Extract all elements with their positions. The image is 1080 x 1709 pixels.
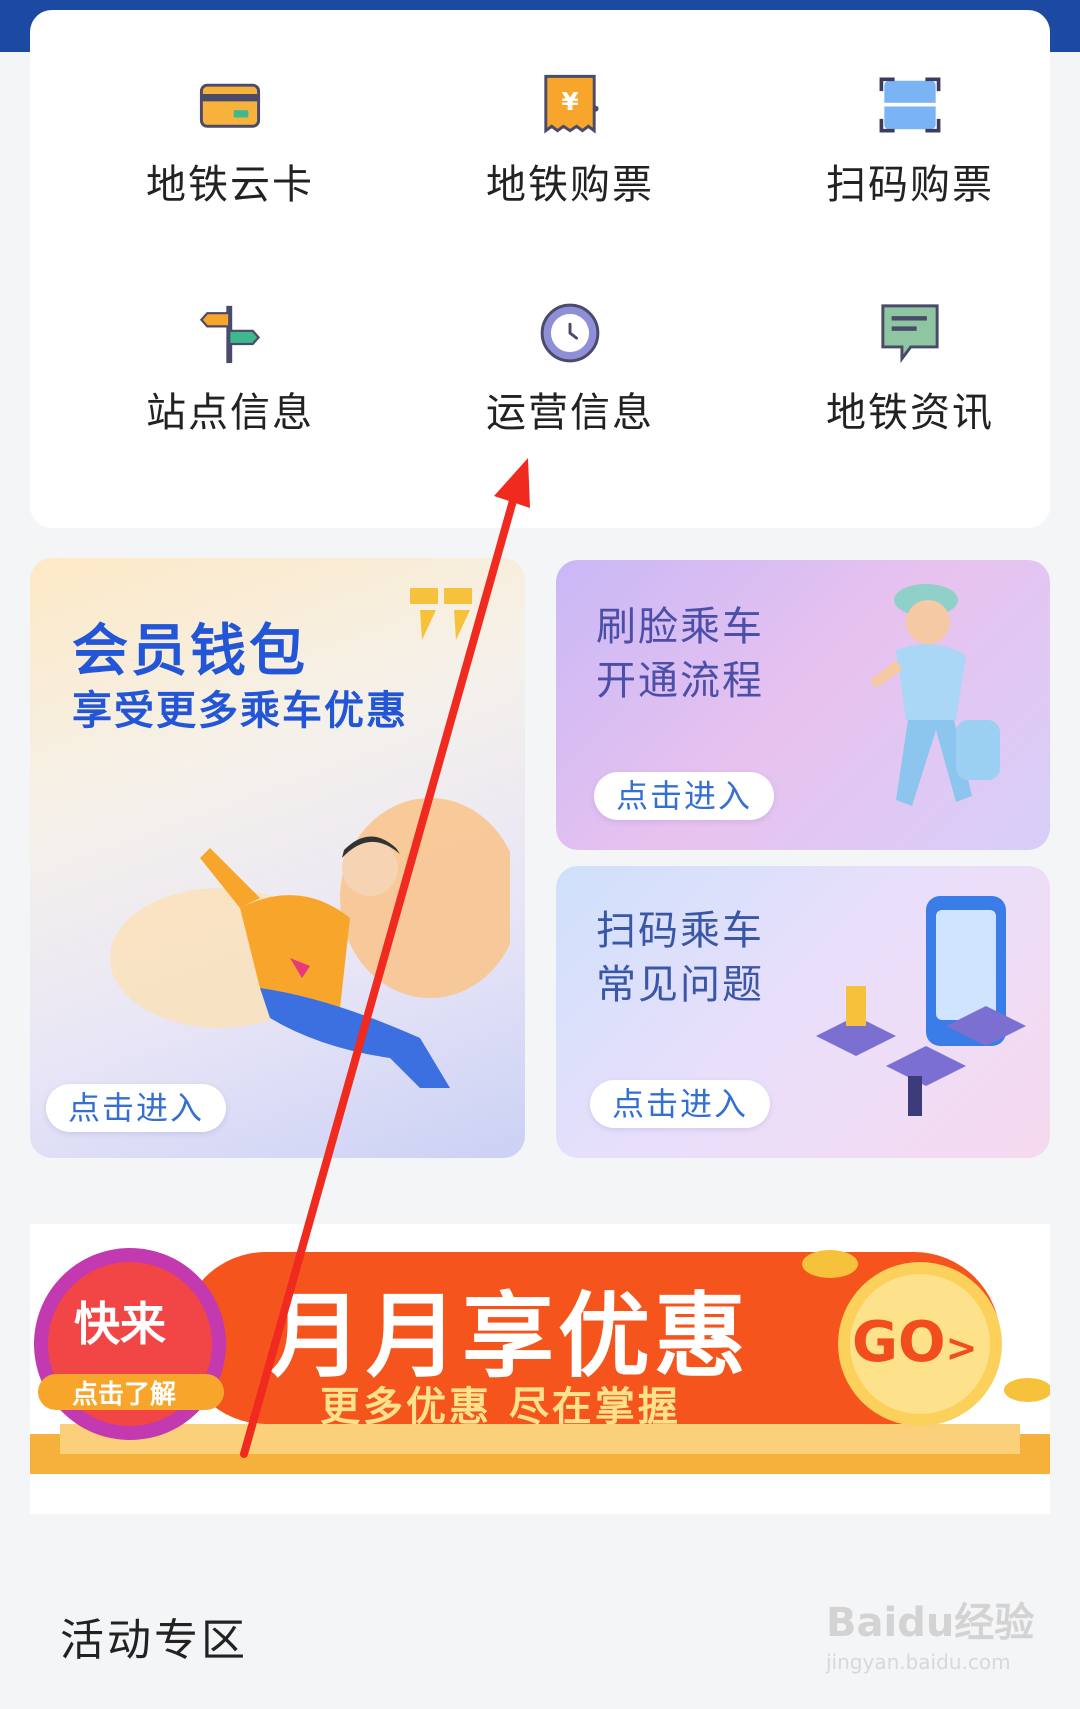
service-metro-card[interactable]: 地铁云卡 [60, 10, 400, 210]
flying-person-illustration [110, 798, 510, 1088]
face-ride-card[interactable]: 刷脸乘车 开通流程 点击进入 [556, 560, 1050, 850]
service-label: 扫码购票 [826, 162, 994, 208]
metro-card-icon [199, 83, 261, 128]
svg-text:¥: ¥ [561, 87, 579, 116]
banner-subline: 更多优惠 尽在掌握 [320, 1384, 681, 1430]
service-buy-ticket[interactable]: ¥ 地铁购票 [400, 10, 740, 210]
scan-ride-faq-card[interactable]: 扫码乘车 常见问题 点击进入 [556, 866, 1050, 1158]
baidu-watermark-url: jingyan.baidu.com [826, 1650, 1011, 1674]
face-ride-title: 刷脸乘车 开通流程 [596, 604, 764, 704]
service-scan-ticket[interactable]: 扫码购票 [740, 10, 1080, 210]
face-ride-enter-button[interactable]: 点击进入 [594, 772, 775, 820]
service-grid: 地铁云卡 ¥ 地铁购票 扫码购票 站点信息 运营信息 地铁资讯 [30, 10, 1050, 528]
member-wallet-card[interactable]: 会员钱包 享受更多乘车优惠 点击进入 [30, 558, 525, 1158]
quote-mark-icon [410, 588, 472, 640]
member-wallet-subtitle: 享受更多乘车优惠 [72, 688, 408, 734]
service-label: 地铁资讯 [826, 390, 994, 436]
service-station-info[interactable]: 站点信息 [60, 238, 400, 438]
news-chat-icon [881, 304, 939, 364]
service-metro-news[interactable]: 地铁资讯 [740, 238, 1080, 438]
monthly-deals-banner[interactable]: 快来 点击了解 月月享优惠 更多优惠 尽在掌握 GO> [30, 1224, 1050, 1514]
banner-badge-learn-more: 点击了解 [72, 1380, 177, 1410]
service-label: 地铁云卡 [146, 162, 314, 208]
member-wallet-enter-button[interactable]: 点击进入 [46, 1084, 227, 1132]
banner-badge-text: 快来 [74, 1297, 166, 1351]
phone-scan-illustration [816, 896, 1026, 1116]
baidu-watermark: Baidu经验 [826, 1600, 1035, 1646]
signpost-icon [199, 305, 261, 364]
service-operation-info[interactable]: 运营信息 [400, 238, 740, 438]
ticket-yuan-icon: ¥ [544, 74, 599, 134]
scan-ride-faq-enter-button[interactable]: 点击进入 [590, 1080, 771, 1128]
scan-ride-faq-title: 扫码乘车 常见问题 [596, 908, 764, 1008]
activity-zone-title: 活动专区 [60, 1615, 248, 1666]
service-label: 站点信息 [146, 390, 314, 436]
chevron-right-icon: > [945, 1326, 978, 1370]
walking-person-illustration [870, 584, 1000, 806]
member-wallet-title: 会员钱包 [72, 619, 308, 684]
service-label: 地铁购票 [486, 162, 654, 208]
scan-qr-icon [879, 77, 941, 133]
go-text: GO [852, 1310, 946, 1375]
banner-go-button[interactable]: GO> [852, 1310, 977, 1375]
service-label: 运营信息 [486, 390, 654, 436]
clock-icon [540, 303, 600, 363]
